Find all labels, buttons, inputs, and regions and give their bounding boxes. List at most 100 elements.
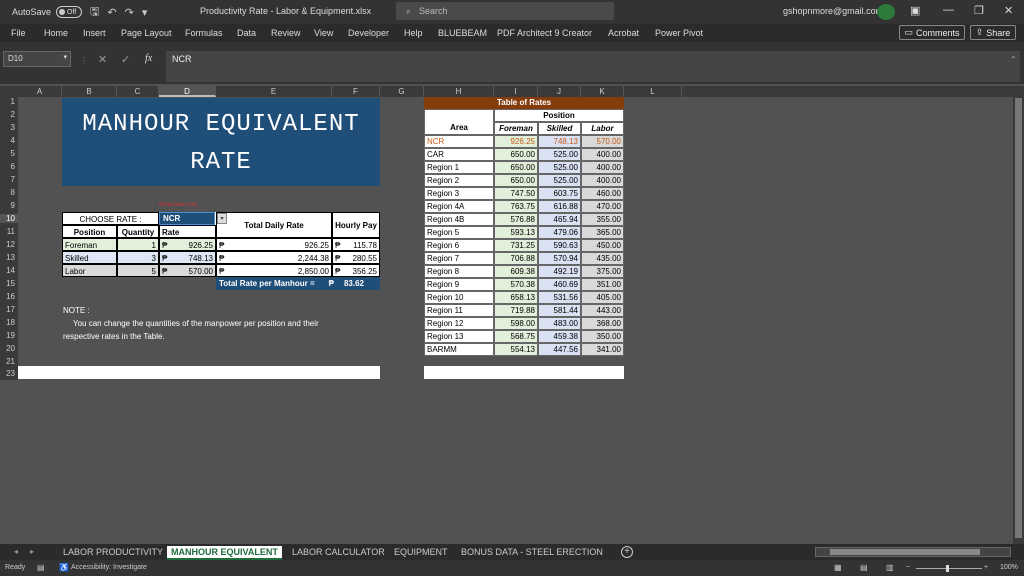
labor-rate-cell[interactable]: 400.00 xyxy=(581,174,624,187)
scrollbar-thumb[interactable] xyxy=(1015,98,1022,538)
area-cell[interactable]: Region 13 xyxy=(424,330,494,343)
scroll-left-icon[interactable]: ◂ xyxy=(14,547,18,556)
row-header[interactable]: 17 xyxy=(0,305,18,314)
sheet-tab[interactable]: LABOR PRODUCTIVITY xyxy=(59,546,167,560)
area-cell[interactable]: CAR xyxy=(424,148,494,161)
foreman-rate-cell[interactable]: 554.13 xyxy=(494,343,538,356)
scroll-right-icon[interactable]: ▸ xyxy=(30,547,34,556)
area-cell[interactable]: Region 5 xyxy=(424,226,494,239)
labor-rate-cell[interactable]: 405.00 xyxy=(581,291,624,304)
redo-icon[interactable]: ↷ xyxy=(125,6,134,19)
labor-rate-cell[interactable]: 355.00 xyxy=(581,213,624,226)
name-box[interactable]: D10 ▾ xyxy=(3,51,71,67)
labor-rate-cell[interactable]: 400.00 xyxy=(581,161,624,174)
area-cell[interactable]: Region 10 xyxy=(424,291,494,304)
close-icon[interactable]: ✕ xyxy=(1004,4,1013,17)
foreman-rate-cell[interactable]: 658.13 xyxy=(494,291,538,304)
row-header[interactable]: 15 xyxy=(0,279,18,288)
foreman-rate-cell[interactable]: 706.88 xyxy=(494,252,538,265)
area-cell[interactable]: BARMM xyxy=(424,343,494,356)
foreman-header[interactable]: Foreman xyxy=(494,122,538,135)
column-header-selected[interactable]: D xyxy=(159,86,216,97)
row-header[interactable]: 18 xyxy=(0,318,18,327)
menu-home[interactable]: Home xyxy=(44,28,68,38)
labor-rate-cell[interactable]: 570.00 xyxy=(581,135,624,148)
ribbon-display-icon[interactable]: ▣ xyxy=(910,4,920,17)
labor-rate-cell[interactable]: 450.00 xyxy=(581,239,624,252)
skilled-rate-cell[interactable]: 581.44 xyxy=(538,304,581,317)
foreman-rate-cell[interactable]: 650.00 xyxy=(494,174,538,187)
row-header[interactable]: 19 xyxy=(0,331,18,340)
foreman-rate-cell[interactable]: 650.00 xyxy=(494,148,538,161)
foreman-rate-cell[interactable]: 593.13 xyxy=(494,226,538,239)
area-cell[interactable]: Region 7 xyxy=(424,252,494,265)
macro-record-icon[interactable]: ▤ xyxy=(37,563,45,572)
area-cell[interactable]: Region 4B xyxy=(424,213,494,226)
skilled-rate-cell[interactable]: 492.19 xyxy=(538,265,581,278)
zoom-out-icon[interactable]: − xyxy=(906,564,910,571)
menu-developer[interactable]: Developer xyxy=(348,28,389,38)
area-cell[interactable]: Region 1 xyxy=(424,161,494,174)
sheet-tab-active[interactable]: MANHOUR EQUIVALENT xyxy=(167,546,282,560)
row-header[interactable]: 21 xyxy=(0,357,18,366)
accessibility-status[interactable]: Accessibility: Investigate xyxy=(71,564,147,571)
labor-rate-cell[interactable]: 443.00 xyxy=(581,304,624,317)
total-cell[interactable]: ₱ 2,244.38 xyxy=(216,251,332,264)
row-header[interactable]: 1 xyxy=(0,97,18,106)
labor-rate-cell[interactable]: 350.00 xyxy=(581,330,624,343)
foreman-rate-cell[interactable]: 609.38 xyxy=(494,265,538,278)
column-header[interactable]: E xyxy=(216,86,332,97)
rate-cell[interactable]: ₱ 748.13 xyxy=(159,251,216,264)
area-header[interactable]: Area xyxy=(424,109,494,135)
skilled-rate-cell[interactable]: 447.56 xyxy=(538,343,581,356)
column-header[interactable]: H xyxy=(424,86,494,97)
zoom-slider-thumb[interactable] xyxy=(946,565,949,572)
position-cell[interactable]: Skilled xyxy=(62,251,117,264)
quantity-cell[interactable]: 5 xyxy=(117,264,159,277)
enter-icon[interactable]: ✓ xyxy=(121,53,130,66)
area-cell[interactable]: Region 11 xyxy=(424,304,494,317)
row-header[interactable]: 6 xyxy=(0,162,18,171)
column-header[interactable]: I xyxy=(494,86,538,97)
skilled-rate-cell[interactable]: 603.75 xyxy=(538,187,581,200)
minimize-icon[interactable]: — xyxy=(943,4,954,16)
quantity-cell[interactable]: 3 xyxy=(117,251,159,264)
accessibility-icon[interactable]: ♿ xyxy=(59,563,69,572)
area-cell[interactable]: Region 6 xyxy=(424,239,494,252)
sheet-tab[interactable]: BONUS DATA - STEEL ERECTION xyxy=(457,546,607,560)
quantity-cell[interactable]: 1 xyxy=(117,238,159,251)
labor-rate-cell[interactable]: 365.00 xyxy=(581,226,624,239)
labor-rate-cell[interactable]: 470.00 xyxy=(581,200,624,213)
row-header[interactable]: 11 xyxy=(0,227,18,236)
row-header[interactable]: 20 xyxy=(0,344,18,353)
foreman-rate-cell[interactable]: 576.88 xyxy=(494,213,538,226)
skilled-rate-cell[interactable]: 531.56 xyxy=(538,291,581,304)
row-header[interactable]: 2 xyxy=(0,110,18,119)
page-layout-view-icon[interactable]: ▤ xyxy=(860,563,868,572)
area-cell[interactable]: NCR xyxy=(424,135,494,148)
menu-acrobat[interactable]: Acrobat xyxy=(608,28,639,38)
insert-function-icon[interactable]: fx xyxy=(145,53,152,64)
avatar[interactable] xyxy=(877,4,895,20)
customize-toolbar-icon[interactable]: ▾ xyxy=(142,6,148,19)
hourly-cell[interactable]: ₱ 115.78 xyxy=(332,238,380,251)
horizontal-scrollbar[interactable] xyxy=(815,547,1011,557)
menu-help[interactable]: Help xyxy=(404,28,423,38)
column-header[interactable]: L xyxy=(624,86,682,97)
foreman-rate-cell[interactable]: 650.00 xyxy=(494,161,538,174)
skilled-rate-cell[interactable]: 525.00 xyxy=(538,148,581,161)
menu-file[interactable]: File xyxy=(11,28,26,38)
save-icon[interactable]: 🖫 xyxy=(90,3,99,22)
labor-rate-cell[interactable]: 400.00 xyxy=(581,148,624,161)
position-cell[interactable]: Labor xyxy=(62,264,117,277)
sheet-tab[interactable]: LABOR CALCULATOR xyxy=(288,546,389,560)
skilled-header[interactable]: Skilled xyxy=(538,122,581,135)
foreman-rate-cell[interactable]: 731.25 xyxy=(494,239,538,252)
total-cell[interactable]: ₱ 2,850.00 xyxy=(216,264,332,277)
foreman-rate-cell[interactable]: 568.75 xyxy=(494,330,538,343)
zoom-level[interactable]: 100% xyxy=(1000,564,1018,571)
collapse-formula-bar-icon[interactable]: ⌃ xyxy=(1010,55,1017,64)
menu-formulas[interactable]: Formulas xyxy=(185,28,223,38)
row-header[interactable]: 3 xyxy=(0,123,18,132)
search-box[interactable]: ⌕ Search xyxy=(396,2,614,20)
